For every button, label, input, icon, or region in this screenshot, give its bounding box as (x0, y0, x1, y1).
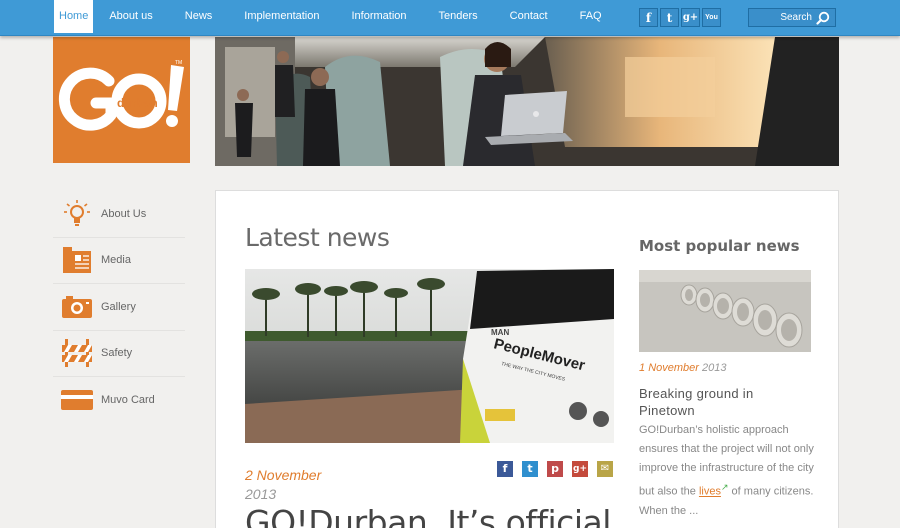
hero-banner-image (215, 37, 839, 166)
main-nav: Home About us News Implementation Inform… (54, 0, 618, 33)
camera-icon (53, 295, 101, 319)
sidebar-item-muvo-card[interactable]: Muvo Card (53, 377, 185, 424)
nav-news[interactable]: News (169, 0, 229, 33)
facebook-icon[interactable]: f (639, 8, 658, 27)
bus-photo-illustration: PeopleMover THE WAY THE CITY MOVES MAN (245, 269, 614, 443)
go-durban-logo[interactable]: durban TM (53, 37, 190, 163)
logo-sub-text: durban (117, 96, 158, 110)
sidebar-menu: About Us Media Gallery Safety Muvo Card (53, 191, 185, 424)
barrier-icon (53, 339, 101, 368)
popular-news-headline[interactable]: Breaking ground in Pinetown (639, 385, 809, 419)
nav-implementation[interactable]: Implementation (228, 0, 335, 33)
most-popular-title: Most popular news (639, 237, 800, 255)
nav-faq[interactable]: FAQ (564, 0, 618, 33)
sidebar-item-safety[interactable]: Safety (53, 331, 185, 377)
share-email-icon[interactable]: ✉ (597, 461, 613, 477)
nav-contact[interactable]: Contact (494, 0, 564, 33)
sidebar-label: Muvo Card (101, 394, 155, 407)
latest-news-title: Latest news (245, 223, 390, 252)
nav-about-us[interactable]: About us (93, 0, 168, 33)
lightbulb-icon (53, 199, 101, 229)
search-label: Search (780, 12, 812, 23)
latest-date-day-month: 2 November (245, 467, 322, 483)
nav-tenders[interactable]: Tenders (423, 0, 494, 33)
external-link-icon: ↗ (720, 482, 729, 492)
logo-graphic: durban TM (58, 60, 184, 131)
popular-news-date: 1 November 2013 (639, 362, 726, 374)
share-google-plus-icon[interactable]: g+ (572, 461, 588, 477)
sidebar-label: Safety (101, 347, 133, 360)
popular-date-day: 1 (639, 362, 646, 374)
share-pinterest-icon[interactable]: p (547, 461, 563, 477)
share-buttons: f t p g+ ✉ (497, 461, 613, 477)
logo-tm: TM (175, 60, 182, 66)
nav-home[interactable]: Home (54, 0, 94, 33)
sidebar-label: About Us (101, 207, 147, 220)
lives-link[interactable]: lives (699, 486, 721, 498)
pipes-photo-illustration (639, 270, 811, 352)
popular-date-month: November (648, 362, 699, 374)
share-facebook-icon[interactable]: f (497, 461, 513, 477)
top-navigation-bar: Home About us News Implementation Inform… (0, 0, 900, 36)
train-interior-illustration (215, 37, 839, 166)
share-twitter-icon[interactable]: t (522, 461, 538, 477)
latest-news-headline[interactable]: GO!Durban. It’s official (245, 503, 611, 528)
latest-news-date: 2 November 2013 (245, 466, 321, 504)
latest-date-year: 2013 (245, 486, 277, 502)
main-content-panel: Latest news PeopleMover THE WAY THE CITY… (215, 190, 839, 528)
card-icon (53, 389, 101, 411)
twitter-icon[interactable]: t (660, 8, 679, 27)
sidebar-label: Gallery (101, 300, 136, 313)
google-plus-icon[interactable]: g+ (681, 8, 700, 27)
youtube-icon[interactable]: You (702, 8, 721, 27)
social-links: f t g+ You (639, 8, 721, 27)
popular-news-excerpt: GO!Durban’s holistic approach ensures th… (639, 421, 814, 521)
popular-date-year: 2013 (702, 362, 727, 374)
nav-information[interactable]: Information (336, 0, 423, 33)
search-box[interactable]: Search (748, 8, 836, 27)
sidebar-item-about-us[interactable]: About Us (53, 191, 185, 238)
latest-news-image[interactable]: PeopleMover THE WAY THE CITY MOVES MAN (245, 269, 614, 443)
sidebar-label: Media (101, 254, 131, 267)
newspaper-icon (53, 246, 101, 274)
sidebar-item-media[interactable]: Media (53, 238, 185, 284)
popular-news-image[interactable] (639, 270, 811, 352)
sidebar-item-gallery[interactable]: Gallery (53, 284, 185, 331)
bus-maker-text: MAN (491, 328, 509, 337)
search-icon[interactable] (816, 11, 830, 25)
